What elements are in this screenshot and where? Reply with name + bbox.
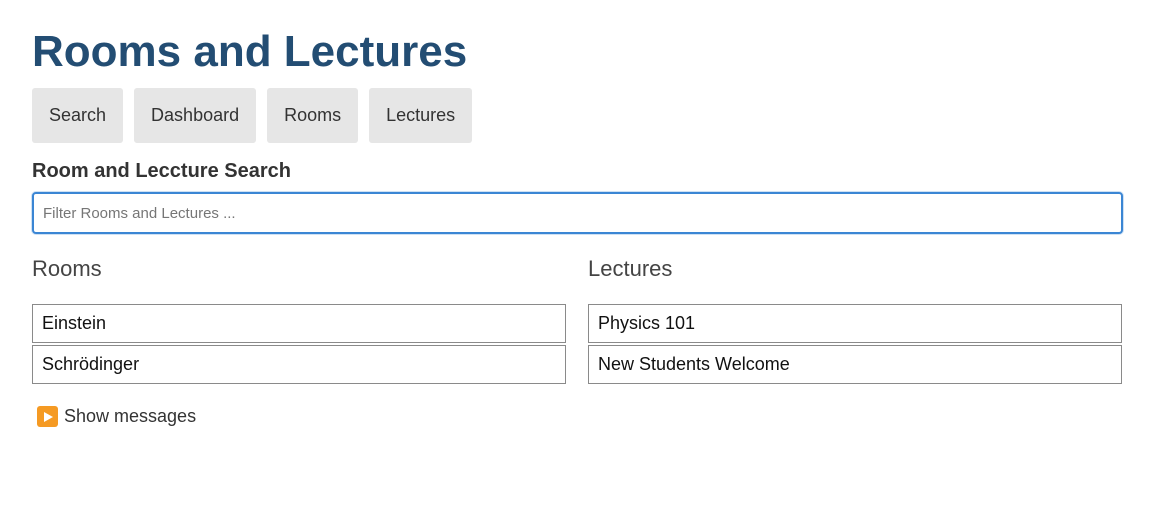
nav-rooms-button[interactable]: Rooms xyxy=(267,88,359,143)
page: Rooms and Lectures Search Dashboard Room… xyxy=(0,0,1149,521)
lecture-item-new-students-welcome[interactable]: New Students Welcome xyxy=(588,345,1122,384)
search-heading: Room and Leccture Search xyxy=(32,160,291,182)
rooms-column: Rooms Einstein Schrödinger xyxy=(32,256,566,386)
lectures-column: Lectures Physics 101 New Students Welcom… xyxy=(588,256,1122,386)
main-nav: Search Dashboard Rooms Lectures xyxy=(32,88,473,143)
lecture-item-physics-101[interactable]: Physics 101 xyxy=(588,304,1122,343)
nav-lectures-button[interactable]: Lectures xyxy=(369,88,473,143)
rooms-heading: Rooms xyxy=(32,256,102,281)
show-messages-label: Show messages xyxy=(64,406,197,426)
search-input[interactable] xyxy=(32,192,1123,234)
room-item-einstein[interactable]: Einstein xyxy=(32,304,566,343)
lectures-heading: Lectures xyxy=(588,256,673,281)
lectures-list: Physics 101 New Students Welcome xyxy=(588,304,1122,384)
page-title: Rooms and Lectures xyxy=(32,27,468,76)
nav-search-button[interactable]: Search xyxy=(32,88,124,143)
nav-dashboard-button[interactable]: Dashboard xyxy=(134,88,257,143)
room-item-schrodinger[interactable]: Schrödinger xyxy=(32,345,566,384)
rooms-list: Einstein Schrödinger xyxy=(32,304,566,384)
play-icon xyxy=(37,406,58,427)
show-messages-toggle[interactable]: Show messages xyxy=(37,406,196,427)
